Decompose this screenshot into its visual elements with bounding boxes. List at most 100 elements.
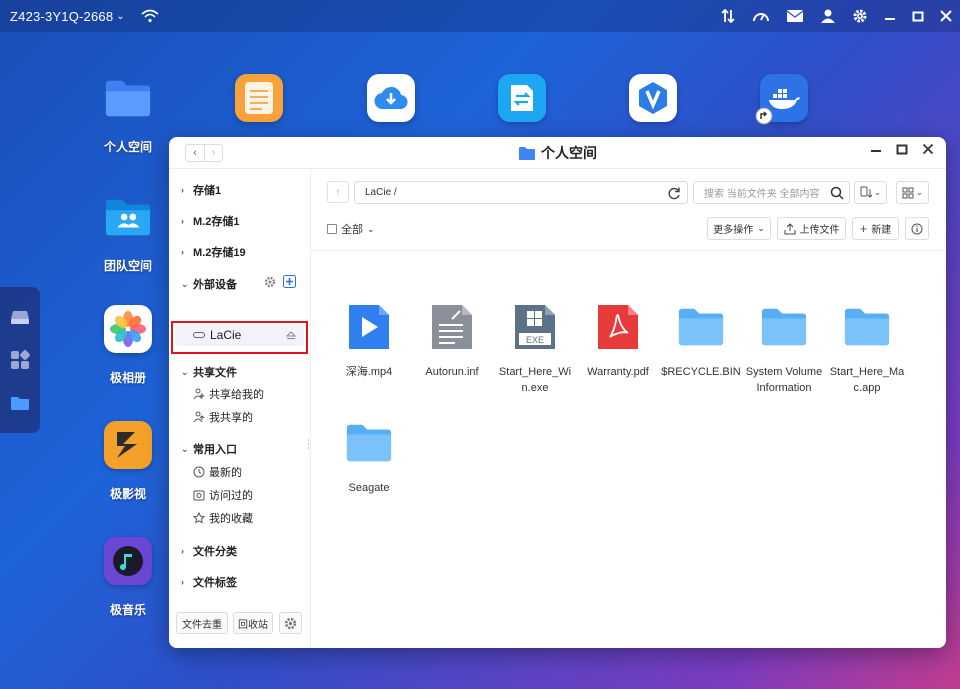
- transfer-arrows-icon[interactable]: [720, 8, 736, 24]
- sidebar-item-m2-storage1[interactable]: › M.2存储1: [181, 213, 239, 229]
- new-label: 新建: [871, 225, 892, 236]
- app-label: 极音乐: [109, 603, 146, 617]
- select-all-checkbox[interactable]: [327, 224, 337, 234]
- sidebar-item-file-category[interactable]: › 文件分类: [181, 543, 237, 559]
- folder-item[interactable]: Start_Here_Mac.app: [827, 302, 907, 396]
- gear-icon[interactable]: [852, 8, 868, 24]
- apps-grid-icon[interactable]: [10, 350, 30, 370]
- star-icon: [193, 512, 205, 524]
- upload-button[interactable]: 上传文件: [777, 217, 846, 240]
- sidebar-item-external-devices[interactable]: ⌄ 外部设备: [181, 276, 237, 292]
- grid-view-icon: [902, 187, 914, 198]
- app-transfer[interactable]: [498, 74, 546, 122]
- more-actions-button[interactable]: 更多操作 ⌄: [707, 217, 771, 240]
- settings-button[interactable]: [279, 612, 302, 634]
- speedometer-icon[interactable]: [752, 8, 770, 24]
- view-mode-button[interactable]: ⌄: [896, 181, 929, 204]
- sidebar-item-label: 我共享的: [209, 412, 253, 424]
- file-item[interactable]: EXE Start_Here_Win.exe: [495, 302, 575, 396]
- sidebar-item-file-tags[interactable]: › 文件标签: [181, 574, 237, 590]
- top-bar: Z423-3Y1Q-2668 ⌄: [0, 0, 960, 32]
- file-name: Start_Here_Mac.app: [829, 366, 905, 394]
- maximize-icon[interactable]: [896, 143, 908, 155]
- folder-icon[interactable]: [10, 395, 30, 411]
- plus-icon: +: [859, 221, 868, 236]
- file-name: Autorun.inf: [425, 366, 479, 378]
- sidebar-item-favorites[interactable]: 我的收藏: [193, 510, 253, 526]
- text-file-icon: [428, 302, 476, 352]
- v-logo-icon: [629, 74, 677, 122]
- up-directory-button[interactable]: ↑: [327, 181, 349, 203]
- window-title-text: 个人空间: [541, 145, 597, 161]
- app-video[interactable]: 极影视: [104, 421, 152, 502]
- search-placeholder: 搜索 当前文件夹 全部内容: [704, 189, 820, 200]
- file-item[interactable]: Autorun.inf: [412, 302, 492, 380]
- sidebar-item-common-entry[interactable]: ⌄ 常用入口: [181, 441, 237, 457]
- file-item[interactable]: 深海.mp4: [329, 302, 409, 380]
- info-button[interactable]: [905, 217, 929, 240]
- info-icon: [911, 223, 923, 234]
- sidebar-item-visited[interactable]: 访问过的: [193, 487, 253, 503]
- user-icon[interactable]: [820, 8, 836, 24]
- recycle-bin-button[interactable]: 回收站: [233, 612, 273, 634]
- app-personal-space[interactable]: 个人空间: [104, 74, 152, 155]
- minimize-icon[interactable]: [884, 10, 896, 22]
- chevron-down-icon: ⌄: [757, 223, 765, 233]
- folder-item[interactable]: $RECYCLE.BIN: [661, 302, 741, 380]
- chevron-down-icon: ⌄: [181, 366, 189, 377]
- sidebar-item-shared-files[interactable]: ⌄ 共享文件: [181, 364, 237, 380]
- music-icon: [104, 537, 152, 585]
- folder-item[interactable]: System Volume Information: [744, 302, 824, 396]
- device-name[interactable]: Z423-3Y1Q-2668: [10, 9, 113, 24]
- sidebar-item-label: 常用入口: [193, 444, 237, 456]
- add-icon[interactable]: [283, 275, 296, 288]
- shortcut-badge-icon: [755, 107, 773, 125]
- sidebar-item-storage1[interactable]: › 存储1: [181, 182, 221, 198]
- path-bar[interactable]: LaCie /: [354, 181, 688, 204]
- resize-handle[interactable]: [307, 438, 310, 450]
- notes-icon: [235, 74, 283, 122]
- chevron-right-icon: ›: [181, 577, 184, 587]
- app-team-space[interactable]: 团队空间: [104, 193, 152, 274]
- sidebar-item-recent[interactable]: 最新的: [193, 464, 242, 480]
- wifi-icon[interactable]: [141, 9, 159, 23]
- sidebar-item-m2-storage19[interactable]: › M.2存储19: [181, 244, 246, 260]
- search-icon[interactable]: [830, 186, 844, 200]
- app-notes[interactable]: [235, 74, 283, 122]
- selection-highlight: [171, 321, 308, 354]
- select-all-dropdown[interactable]: 全部 ⌄: [327, 221, 375, 237]
- sidebar-item-shared-with-me[interactable]: 共享给我的: [193, 386, 264, 402]
- window-titlebar[interactable]: ‹ › 个人空间: [169, 137, 946, 169]
- app-download[interactable]: [367, 74, 415, 122]
- folder-icon: [677, 302, 725, 352]
- minimize-icon[interactable]: [870, 143, 882, 155]
- chevron-down-icon[interactable]: ⌄: [116, 11, 124, 22]
- dedupe-button[interactable]: 文件去重: [176, 612, 228, 634]
- file-item[interactable]: Warranty.pdf: [578, 302, 658, 380]
- close-icon[interactable]: [940, 10, 952, 22]
- folder-icon: [519, 146, 535, 160]
- sort-button[interactable]: ⌄: [854, 181, 887, 204]
- search-input[interactable]: 搜索 当前文件夹 全部内容: [693, 181, 850, 204]
- app-docker[interactable]: [755, 74, 808, 125]
- drive-icon[interactable]: [10, 309, 30, 325]
- new-button[interactable]: + 新建: [852, 217, 899, 240]
- sidebar-item-my-shares[interactable]: 我共享的: [193, 409, 253, 425]
- refresh-icon[interactable]: [667, 186, 681, 200]
- sidebar-item-label: 文件分类: [193, 546, 237, 558]
- maximize-icon[interactable]: [912, 10, 924, 22]
- folder-item[interactable]: Seagate: [329, 418, 409, 496]
- close-icon[interactable]: [922, 143, 934, 155]
- upload-label: 上传文件: [799, 225, 840, 236]
- chevron-right-icon: ›: [181, 247, 184, 257]
- app-v[interactable]: [629, 74, 677, 122]
- file-name: Start_Here_Win.exe: [498, 366, 572, 394]
- app-photos[interactable]: 极相册: [104, 305, 152, 386]
- app-music[interactable]: 极音乐: [104, 537, 152, 618]
- folder-icon: [345, 418, 393, 468]
- share-in-icon: [193, 388, 205, 400]
- cloud-download-icon: [367, 74, 415, 122]
- mail-icon[interactable]: [786, 9, 804, 23]
- sidebar-item-label: M.2存储19: [193, 247, 246, 259]
- gear-icon[interactable]: [264, 276, 276, 288]
